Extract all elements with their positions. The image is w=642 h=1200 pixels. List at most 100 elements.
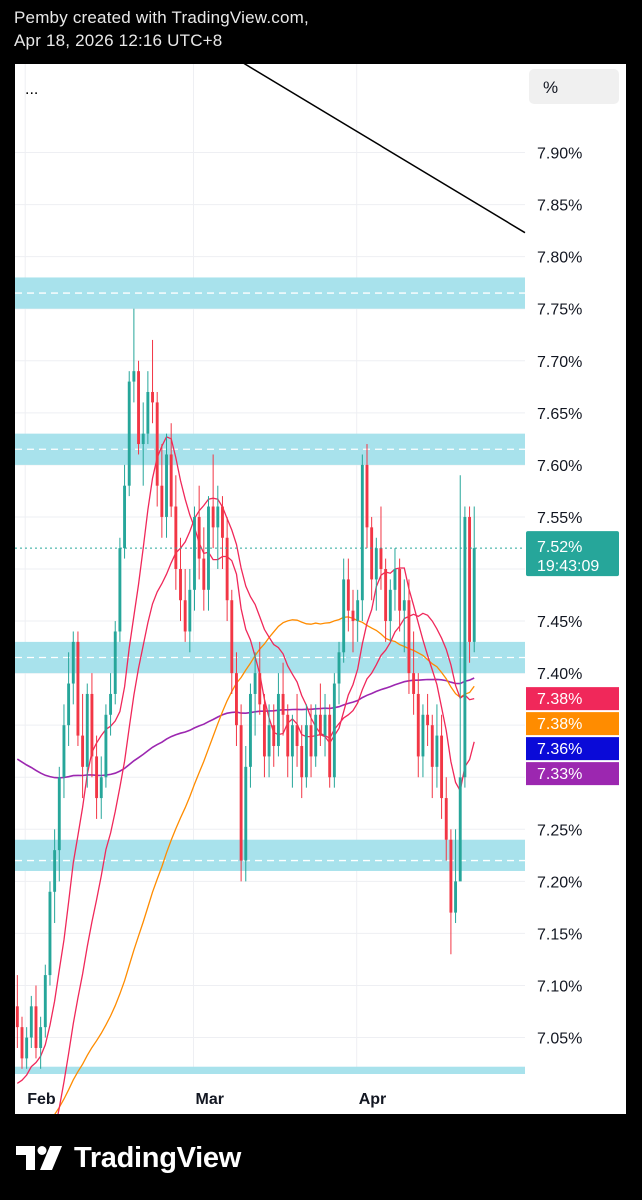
y-tick-label: 7.10% [537,978,582,995]
candle-body [281,693,285,715]
y-tick-label: 7.65% [537,406,582,423]
candle-body [435,735,439,767]
tradingview-wordmark: TradingView [74,1141,241,1174]
candle-body [109,693,113,715]
candle-body [244,766,248,861]
indicator-value: 7.33% [537,766,582,783]
candle-body [118,548,122,632]
more-menu-button[interactable]: ... [25,81,38,98]
candle-body [151,391,154,403]
candle-body [402,600,406,611]
candle-body [346,579,350,611]
candle-body [426,714,430,726]
candle-body [323,714,327,736]
y-tick-label: 7.75% [537,302,582,319]
candle-body [20,1027,24,1059]
candle-body [318,714,322,736]
candle-body [15,1006,19,1028]
candle-body [85,693,89,767]
candle-body [262,704,266,757]
tradingview-logo-icon [16,1146,62,1170]
candle-body [202,558,206,590]
candle-body [62,725,66,778]
candle-body [248,693,252,767]
candle-body [183,600,187,632]
candle-body [430,725,434,767]
candle-body [155,402,159,486]
candle-body [379,548,383,569]
timestamp-line: Apr 18, 2026 12:16 UTC+8 [14,31,223,50]
candle-body [258,673,262,705]
candle-body [309,725,313,757]
y-tick-label: 7.70% [537,354,582,371]
candle-body [356,600,360,622]
unit-toggle-label: % [543,78,558,97]
candle-body [295,725,299,747]
candle-body [407,600,411,674]
candle-body [468,516,472,642]
candle-body [360,464,364,601]
candle-body [449,839,453,913]
y-tick-label: 7.05% [537,1031,582,1048]
candle-body [416,693,420,757]
candle-body [34,1006,38,1048]
candle-body [272,725,276,747]
candle-body [225,537,229,601]
candle-body [81,735,85,767]
candle-body [454,881,458,913]
indicator-value: 7.38% [537,691,582,708]
tradingview-logo: TradingView [16,1140,241,1176]
candle-body [123,485,127,549]
candle-body [253,673,257,694]
candle-body [160,485,164,517]
candle-body [276,693,280,747]
candle-body [458,777,462,882]
candle-body [328,714,332,778]
candle-body [239,725,243,861]
price-chart[interactable]: 7.90% 7.85% 7.80% 7.75% 7.70% 7.65% 7.60% 7.55%… [15,47,626,1200]
trendline[interactable] [218,47,526,234]
price-labels: 7.52% 19:43:09 7.38% 7.38% 7.36% 7.33% [526,531,619,786]
candle-body [337,652,341,684]
zone-band [15,1066,525,1074]
y-tick-label: 7.25% [537,822,582,839]
candle-body [137,371,140,445]
candle-body [25,1037,29,1059]
candle-body [48,891,52,976]
y-tick-label: 7.45% [537,614,582,631]
candle-body [342,579,346,653]
author-line: Pemby created with TradingView.com, [14,8,309,27]
candle-body [393,569,397,590]
candle-body [286,714,290,757]
indicator-value: 7.38% [537,716,582,733]
candle-body [141,433,145,445]
indicator-value: 7.36% [537,741,582,758]
x-tick-label: Apr [359,1091,387,1108]
y-tick-label: 7.60% [537,458,582,475]
x-tick-label: Feb [27,1091,56,1108]
chart-header: Pemby created with TradingView.com, Apr … [14,6,309,52]
candle-body [95,756,99,799]
candle-body [384,569,388,622]
candle-body [146,391,150,434]
candle-body [165,454,168,517]
candle-body [43,975,47,1028]
x-axis: Feb Mar Apr [27,1091,386,1108]
candle-body [444,798,448,840]
candle-body [332,683,336,778]
candles [15,308,476,1069]
y-tick-label: 7.55% [537,510,582,527]
y-axis: 7.90% 7.85% 7.80% 7.75% 7.70% 7.65% 7.60% 7.55%… [537,146,582,1048]
y-tick-label: 7.80% [537,250,582,267]
candle-body [39,1027,43,1048]
candle-body [76,641,80,736]
candle-body [216,506,220,528]
candle-body [99,777,103,799]
candle-body [221,506,224,538]
candle-body [53,850,57,892]
y-tick-label: 7.90% [537,146,582,163]
candle-body [211,506,215,528]
candle-body [67,683,71,726]
candle-body [398,569,402,611]
last-price-countdown: 19:43:09 [537,558,599,575]
